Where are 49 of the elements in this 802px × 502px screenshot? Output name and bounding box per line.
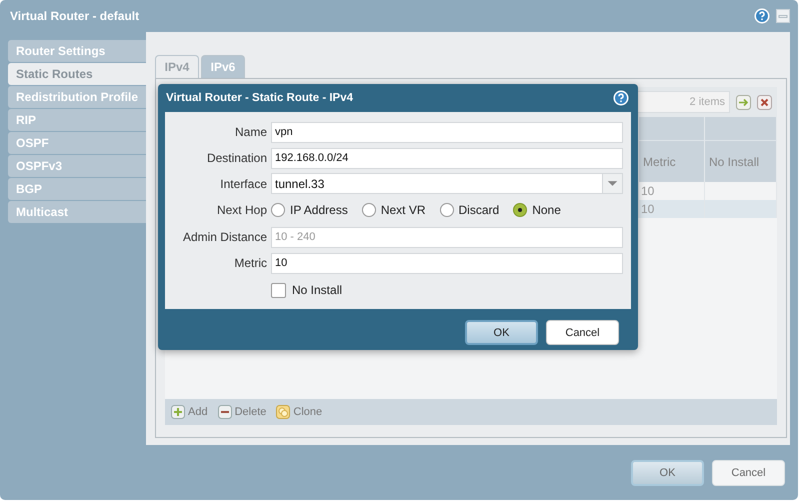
minimize-icon[interactable] <box>776 9 790 23</box>
sidebar-item[interactable]: Multicast <box>8 201 146 223</box>
field-label: Name <box>234 125 268 139</box>
tab[interactable]: IPv6 <box>201 55 245 78</box>
add-button[interactable]: Add <box>171 405 208 419</box>
clone-icon <box>276 405 290 419</box>
radio-option[interactable]: Next VR <box>362 203 426 217</box>
radio-button[interactable] <box>271 203 285 217</box>
sidebar-item[interactable]: OSPF <box>8 132 146 154</box>
window-title: Virtual Router - default <box>10 9 140 23</box>
close-icon[interactable] <box>757 94 772 110</box>
sidebar-item[interactable]: Router Settings <box>8 40 146 62</box>
dialog-title: Virtual Router - Static Route - IPv4 <box>166 92 354 104</box>
field-label: Admin Distance <box>182 230 268 244</box>
text-field[interactable]: 10 <box>271 252 623 274</box>
ok-button[interactable]: OK <box>465 320 538 345</box>
field-label: Interface <box>219 176 268 190</box>
radio-option[interactable]: None <box>513 203 561 217</box>
radio-option[interactable]: Discard <box>440 203 500 217</box>
arrow-right-icon[interactable] <box>736 94 751 110</box>
cancel-button[interactable]: Cancel <box>712 460 785 486</box>
delete-button[interactable]: Delete <box>218 405 266 419</box>
text-field[interactable]: 10 - 240 <box>271 226 623 248</box>
sidebar-item[interactable]: BGP <box>8 178 146 200</box>
help-icon[interactable] <box>754 8 770 24</box>
tab[interactable]: IPv4 <box>155 55 199 78</box>
sidebar-item[interactable]: Static Routes <box>8 63 146 85</box>
table-cell: 10 <box>639 200 705 218</box>
ok-button[interactable]: OK <box>631 460 704 486</box>
clone-button[interactable]: Clone <box>276 405 322 419</box>
minus-icon <box>218 405 232 419</box>
checkbox-label: No Install <box>292 283 342 297</box>
help-icon[interactable] <box>613 90 629 106</box>
field-label: Metric <box>233 256 268 270</box>
plus-icon <box>171 405 185 419</box>
radio-button[interactable] <box>440 203 454 217</box>
sidebar-item[interactable]: OSPFv3 <box>8 155 146 177</box>
radio-option[interactable]: IP Address <box>271 203 348 217</box>
field-label: Destination <box>206 151 268 165</box>
checkbox[interactable] <box>271 282 286 298</box>
cancel-button[interactable]: Cancel <box>546 320 619 345</box>
text-field[interactable]: 192.168.0.0/24 <box>271 148 623 168</box>
field-label: Next Hop <box>216 203 268 217</box>
sidebar-item[interactable]: Redistribution Profile <box>8 86 146 108</box>
radio-button[interactable] <box>362 203 376 217</box>
radio-button[interactable] <box>513 203 528 217</box>
dropdown-field[interactable]: tunnel.33 <box>271 173 623 194</box>
sidebar-item[interactable]: RIP <box>8 109 146 131</box>
text-field[interactable]: vpn <box>271 122 623 142</box>
